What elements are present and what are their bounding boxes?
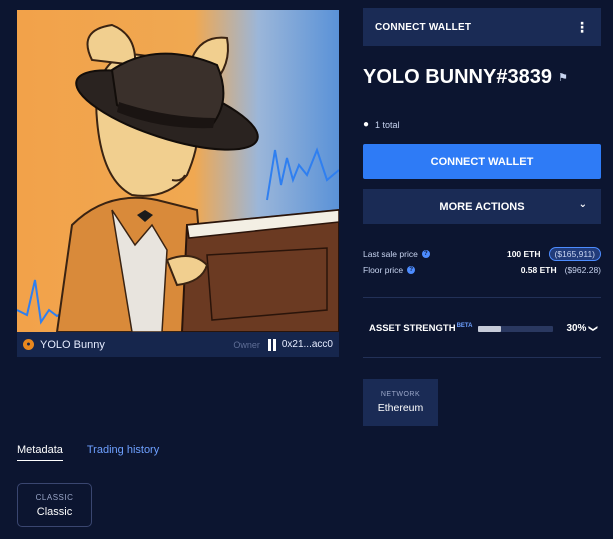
network-label: NETWORK [380,391,421,398]
info-icon[interactable]: ? [407,266,416,274]
kebab-menu-icon[interactable]: ⋮ [575,20,589,34]
total-count: 1 total [375,119,400,130]
nft-card: ● YOLO Bunny Owner 0x21...acc0 [17,10,339,357]
connect-wallet-button[interactable]: CONNECT WALLET [363,144,601,179]
owner-address[interactable]: 0x21...acc0 [282,339,333,350]
flag-icon[interactable]: ⚑ [558,71,568,84]
beta-tag: BETA [456,323,473,329]
asset-strength-row[interactable]: ASSET STRENGTHBETA 30% ❯ [369,323,599,334]
tab-trading-history[interactable]: Trading history [87,444,159,461]
collection-badge-icon: ● [23,339,34,350]
pixel-avatar-icon [265,338,278,351]
divider [363,297,601,298]
connect-wallet-button-label: CONNECT WALLET [430,155,534,168]
last-sale-row: Last sale price ? 100 ETH ($165,911) [363,247,601,261]
asset-strength-label: ASSET STRENGTHBETA [369,323,472,334]
more-actions-label: MORE ACTIONS [439,200,525,213]
trait-card[interactable]: CLASSIC Classic [17,483,92,527]
info-icon[interactable]: ? [421,250,430,258]
nft-artwork-image[interactable] [17,10,339,332]
more-actions-button[interactable]: MORE ACTIONS ⌄ [363,189,601,224]
strength-progress-bar [478,325,554,332]
floor-price-row: Floor price ? 0.58 ETH ($962.28) [363,265,601,275]
asset-strength-text: ASSET STRENGTH [369,323,456,334]
holders-row: ● 1 total [363,119,400,130]
detail-tabs: Metadata Trading history [17,444,159,461]
connect-wallet-link[interactable]: CONNECT WALLET [375,22,471,33]
divider [363,357,601,358]
chevron-down-icon: ⌄ [578,199,587,210]
floor-price-usd: ($962.28) [564,265,601,275]
asset-title-row: YOLO BUNNY#3839 ⚑ [363,66,568,89]
last-sale-eth: 100 ETH [506,249,541,259]
last-sale-usd-badge: ($165,911) [548,247,601,261]
holders-icon: ● [363,119,370,130]
floor-price-eth: 0.58 ETH [520,265,557,275]
strength-value: 30% [566,323,587,334]
chevron-down-icon[interactable]: ❯ [588,325,599,333]
collection-name-link[interactable]: YOLO Bunny [40,339,105,351]
strength-progress-fill [478,325,501,332]
network-value: Ethereum [377,402,424,414]
nft-card-footer: ● YOLO Bunny Owner 0x21...acc0 [17,332,339,357]
trait-type: CLASSIC [35,492,74,502]
network-card: NETWORK Ethereum [363,379,438,426]
tab-metadata[interactable]: Metadata [17,444,63,461]
last-sale-label: Last sale price [363,249,418,259]
top-connect-bar: CONNECT WALLET ⋮ [363,8,601,46]
owner-label: Owner [233,339,260,350]
floor-price-label: Floor price [363,265,404,275]
owner-info[interactable]: Owner 0x21...acc0 [233,338,333,351]
trait-value: Classic [36,505,73,518]
asset-title: YOLO BUNNY#3839 [363,66,552,88]
